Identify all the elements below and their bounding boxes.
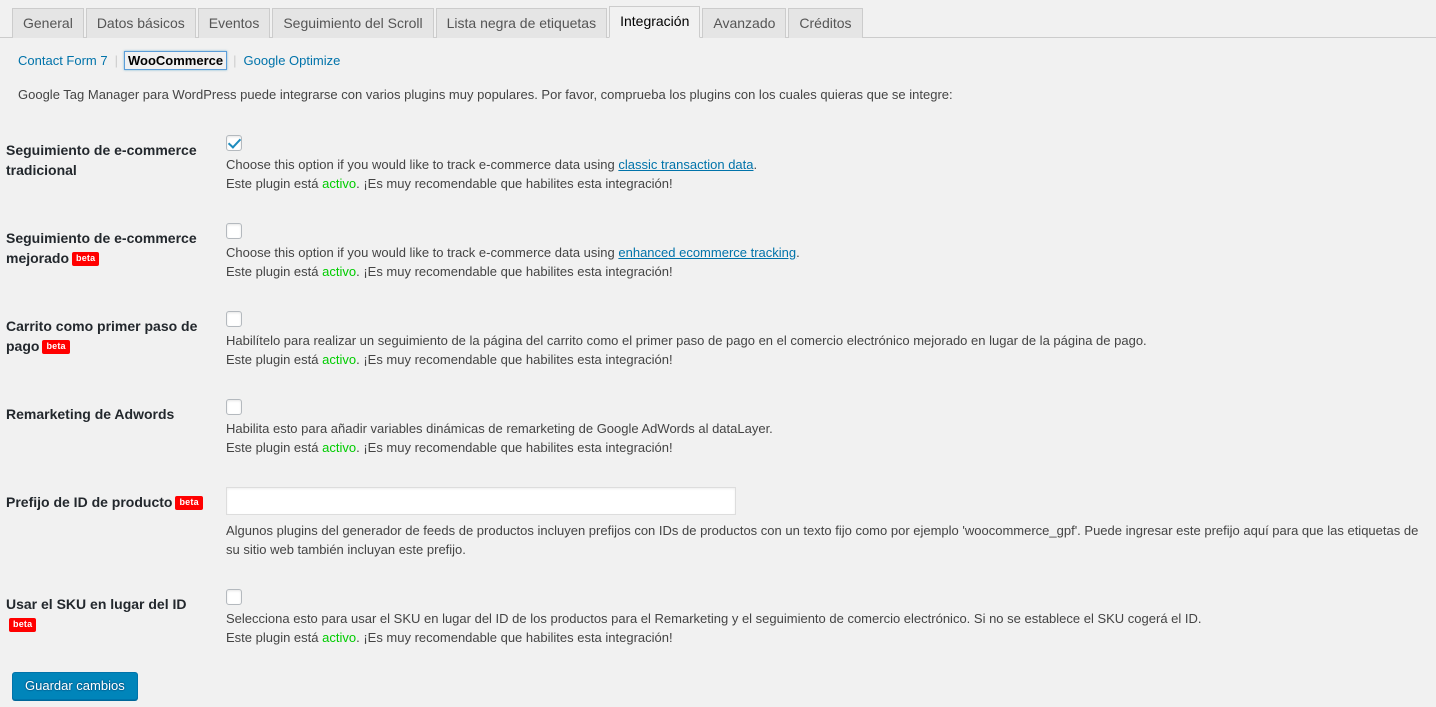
tab-eventos[interactable]: Eventos (197, 8, 271, 38)
save-changes-button[interactable]: Guardar cambios (12, 672, 138, 700)
subnav-item-google-optimize[interactable]: Google Optimize (244, 53, 341, 68)
checkbox-use-sku[interactable] (226, 589, 242, 605)
beta-badge: beta (9, 618, 37, 632)
subnav-item-contact-form-7[interactable]: Contact Form 7 (18, 53, 108, 68)
row-label-text: Usar el SKU en lugar del ID (6, 596, 187, 612)
description-text-before: Habilítelo para realizar un seguimiento … (226, 333, 1147, 348)
row-description: Choose this option if you would like to … (226, 155, 1426, 193)
row-label-traditional-ecommerce: Seguimiento de e-commerce tradicional (0, 120, 226, 208)
status-prefix: Este plugin está (226, 264, 323, 279)
row-description: Habilita esto para añadir variables diná… (226, 419, 1426, 457)
description-text-before: Choose this option if you would like to … (226, 157, 619, 172)
status-prefix: Este plugin está (226, 440, 323, 455)
table-row: Remarketing de Adwords Habilita esto par… (0, 384, 1436, 472)
row-label-text: Seguimiento de e-commerce mejorado (6, 230, 197, 266)
subnav-separator-2: | (233, 53, 237, 68)
status-suffix: . ¡Es muy recomendable que habilites est… (356, 440, 673, 455)
status-prefix: Este plugin está (226, 176, 323, 191)
row-field-enhanced-ecommerce: Choose this option if you would like to … (226, 208, 1436, 296)
row-field-cart-as-first-step: Habilítelo para realizar un seguimiento … (226, 296, 1436, 384)
beta-badge: beta (175, 496, 203, 510)
row-label-cart-as-first-step: Carrito como primer paso de pago beta (0, 296, 226, 384)
enhanced-ecommerce-tracking-link[interactable]: enhanced ecommerce tracking (618, 245, 796, 260)
description-text-after: . (796, 245, 800, 260)
row-label-enhanced-ecommerce: Seguimiento de e-commerce mejorado beta (0, 208, 226, 296)
row-label-adwords-remarketing: Remarketing de Adwords (0, 384, 226, 472)
description-text-before: Habilita esto para añadir variables diná… (226, 421, 773, 436)
status-badge: activo (322, 352, 357, 367)
status-badge: activo (322, 440, 357, 455)
row-field-use-sku: Selecciona esto para usar el SKU en luga… (226, 574, 1436, 662)
row-description: Selecciona esto para usar el SKU en luga… (226, 609, 1426, 647)
checkbox-adwords-remarketing[interactable] (226, 399, 242, 415)
table-row: Usar el SKU en lugar del ID beta Seleccio… (0, 574, 1436, 662)
row-label-text: Remarketing de Adwords (6, 406, 175, 422)
description-text-after: . (753, 157, 758, 172)
tab-seguimiento-del-scroll[interactable]: Seguimiento del Scroll (272, 8, 434, 38)
row-description: Choose this option if you would like to … (226, 243, 1426, 281)
table-row: Seguimiento de e-commerce mejorado beta C… (0, 208, 1436, 296)
description-text-before: Selecciona esto para usar el SKU en luga… (226, 611, 1202, 626)
woocommerce-integration-form: Seguimiento de e-commerce tradicional Ch… (0, 120, 1436, 662)
product-id-prefix-input[interactable] (226, 487, 736, 515)
intro-text: Google Tag Manager para WordPress puede … (18, 87, 953, 102)
row-label-text: Prefijo de ID de producto (6, 494, 173, 510)
status-suffix: . ¡Es muy recomendable que habilites est… (356, 264, 673, 279)
status-badge: activo (322, 176, 357, 191)
row-label-text: Carrito como primer paso de pago (6, 318, 198, 354)
tab-lista-negra-de-etiquetas[interactable]: Lista negra de etiquetas (435, 8, 608, 38)
status-badge: activo (322, 630, 357, 645)
tab-creditos[interactable]: Créditos (788, 8, 863, 38)
row-field-adwords-remarketing: Habilita esto para añadir variables diná… (226, 384, 1436, 472)
row-field-traditional-ecommerce: Choose this option if you would like to … (226, 120, 1436, 208)
beta-badge: beta (72, 252, 100, 266)
status-prefix: Este plugin está (226, 352, 323, 367)
row-label-text: Seguimiento de e-commerce tradicional (6, 142, 197, 178)
table-row: Prefijo de ID de producto beta Algunos pl… (0, 472, 1436, 574)
subnav-item-woocommerce[interactable]: WooCommerce (123, 51, 228, 70)
tab-general[interactable]: General (12, 8, 84, 38)
settings-tab-bar: General Datos básicos Eventos Seguimiento d… (0, 0, 1436, 38)
row-description: Algunos plugins del generador de feeds d… (226, 523, 1419, 557)
checkbox-cart-as-first-step[interactable] (226, 311, 242, 327)
status-suffix: . ¡Es muy recomendable que habilites est… (356, 352, 673, 367)
row-label-use-sku: Usar el SKU en lugar del ID beta (0, 574, 226, 662)
checkbox-enhanced-ecommerce[interactable] (226, 223, 242, 239)
classic-transaction-data-link[interactable]: classic transaction data (618, 157, 753, 172)
table-row: Carrito como primer paso de pago beta Hab… (0, 296, 1436, 384)
submit-area: Guardar cambios (0, 662, 1436, 700)
integration-subnav: Contact Form 7 | WooCommerce | Google Optimi… (0, 38, 1436, 70)
row-description: Habilítelo para realizar un seguimiento … (226, 331, 1426, 369)
table-row: Seguimiento de e-commerce tradicional Ch… (0, 120, 1436, 208)
status-badge: activo (322, 264, 357, 279)
status-suffix: . ¡Es muy recomendable que habilites est… (356, 176, 673, 191)
status-suffix: . ¡Es muy recomendable que habilites est… (356, 630, 673, 645)
status-prefix: Este plugin está (226, 630, 323, 645)
subnav-separator-1: | (114, 53, 118, 68)
checkbox-traditional-ecommerce[interactable] (226, 135, 242, 151)
beta-badge: beta (42, 340, 70, 354)
tab-integracion[interactable]: Integración (609, 6, 701, 38)
description-text-before: Choose this option if you would like to … (226, 245, 619, 260)
tab-avanzado[interactable]: Avanzado (702, 8, 787, 38)
row-field-product-id-prefix: Algunos plugins del generador de feeds d… (226, 472, 1436, 574)
row-label-product-id-prefix: Prefijo de ID de producto beta (0, 472, 226, 574)
tab-datos-basicos[interactable]: Datos básicos (85, 8, 196, 38)
